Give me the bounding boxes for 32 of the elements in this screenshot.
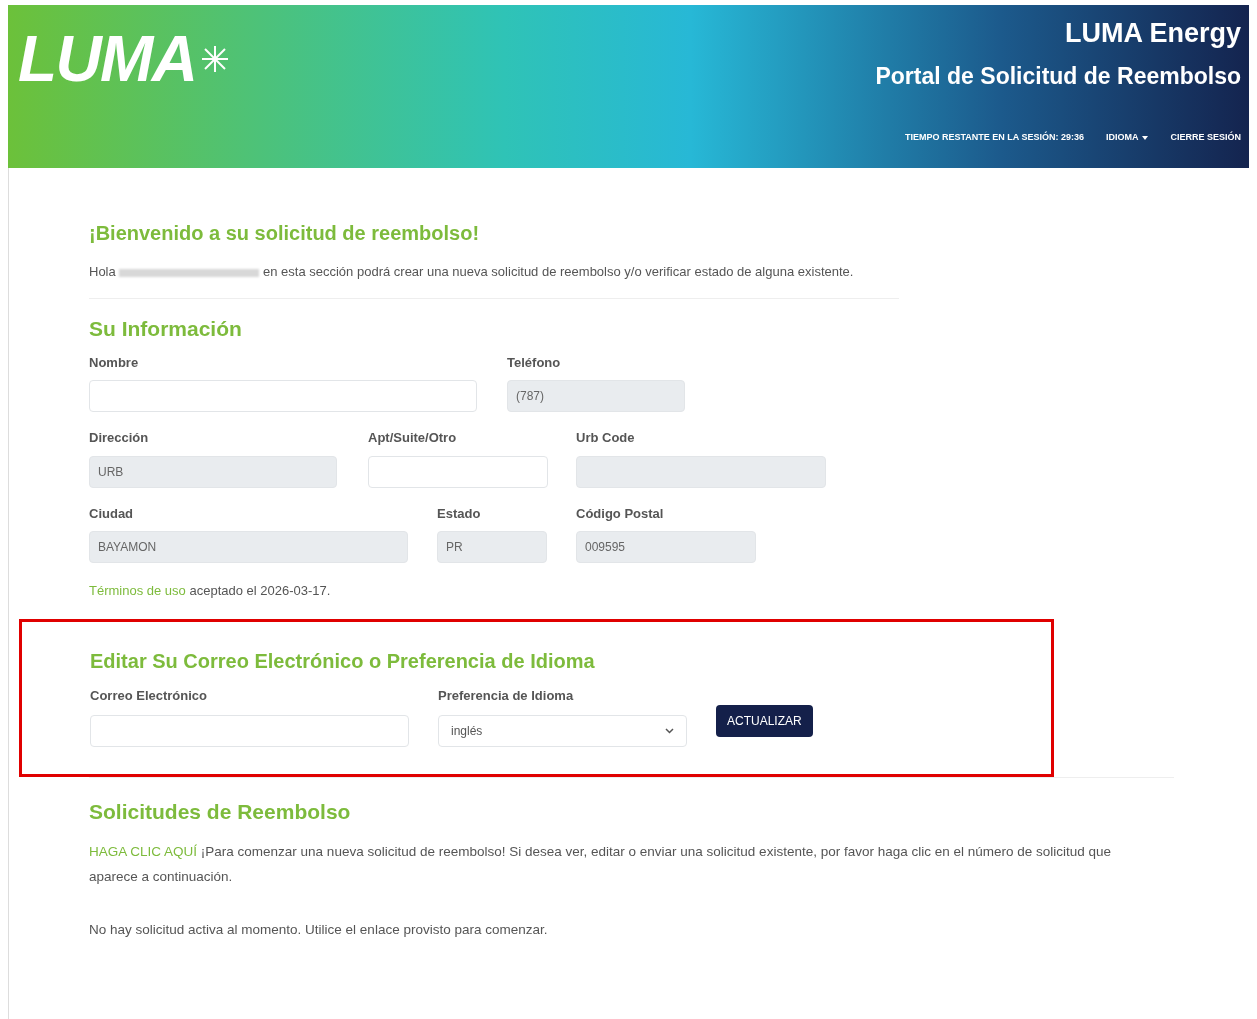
text-field[interactable] — [89, 380, 477, 412]
update-button[interactable]: ACTUALIZAR — [716, 704, 813, 737]
logout-link[interactable]: CIERRE SESIÓN — [1170, 131, 1241, 145]
email-field[interactable] — [90, 715, 409, 747]
field-label: Teléfono — [507, 353, 562, 372]
welcome-message: Hola en esta sección podrá crear una nueva solicitud de reembolso y/o verificar estado de alguna existente. — [89, 263, 855, 281]
field-label: Urb Code — [576, 429, 636, 447]
language-menu[interactable]: IDIOMA — [1106, 131, 1149, 145]
field-label: Apt/Suite/Otro — [368, 429, 458, 447]
chevron-icon — [665, 728, 674, 734]
section-heading: Su Información — [89, 316, 243, 342]
field-label: Código Postal — [576, 504, 665, 523]
field-label: Preferencia de Idioma — [438, 686, 575, 705]
requests-instructions: HAGA CLIC AQUÍ ¡Para comenzar una nueva solicitud de reembolso! Si desea ver, editar o enviar una solicitud existente, por favor haga clic en el número de solicitud que aparece a continuación. — [89, 843, 1113, 886]
terms-acceptance: aceptado el 2026-03-17. — [189, 583, 331, 598]
company-name: LUMA Energy — [1065, 17, 1241, 50]
empty-state-message: No hay solicitud activa al momento. Utilice el enlace provisto para comenzar. — [89, 921, 549, 939]
section-heading: Editar Su Correo Electrónico o Preferencia de Idioma — [90, 648, 596, 674]
field-label: Dirección — [89, 429, 150, 447]
logo: LUMA — [18, 27, 197, 91]
caret-icon — [1142, 136, 1149, 140]
text-field[interactable] — [368, 455, 548, 488]
portal-title: Portal de Solicitud de Reembolso — [875, 61, 1241, 91]
field-label: Correo Electrónico — [90, 686, 209, 705]
session-timer: TIEMPO RESTANTE EN LA SESIÓN: 29:36 — [904, 131, 1084, 145]
field-label: Ciudad — [89, 504, 135, 523]
field-label: Nombre — [89, 353, 140, 372]
welcome-heading: ¡Bienvenido a su solicitud de reembolso! — [89, 221, 481, 246]
section-heading: Solicitudes de Reembolso — [89, 798, 352, 825]
sunburst-icon — [200, 44, 231, 74]
field-label: Estado — [437, 504, 482, 523]
language-select[interactable]: inglés — [438, 715, 687, 747]
